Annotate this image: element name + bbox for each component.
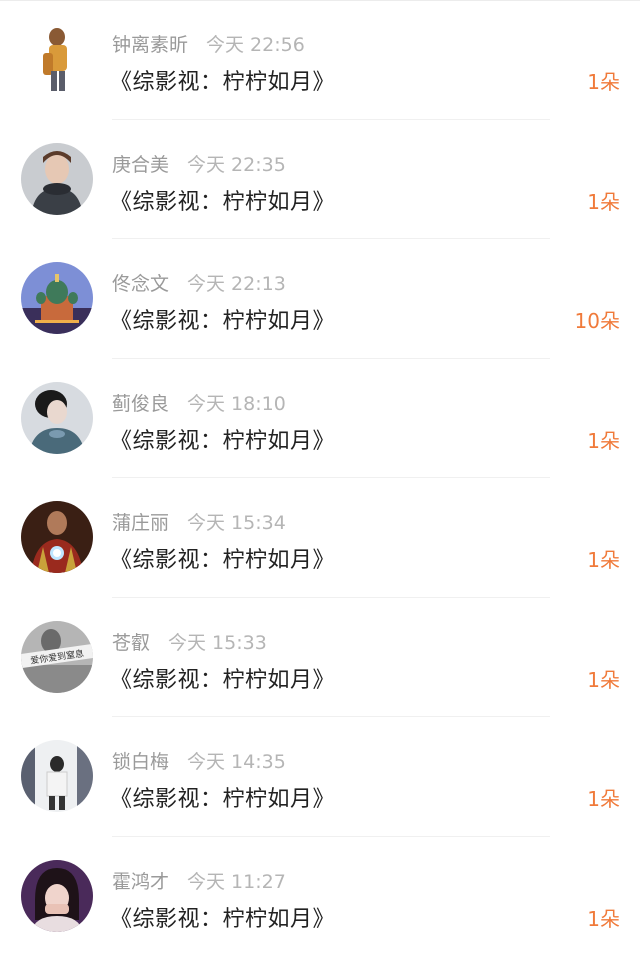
list-item[interactable]: 蓟俊良今天 18:10 《综影视：柠柠如月》 1朵 <box>0 359 640 479</box>
gift-sender: 锁白梅今天 14:35 <box>112 747 286 774</box>
gift-sender: 蓟俊良今天 18:10 <box>112 389 286 416</box>
flower-count: 1朵 <box>587 425 620 454</box>
timestamp: 今天 15:33 <box>168 632 267 654</box>
avatar[interactable] <box>21 262 93 334</box>
timestamp: 今天 18:10 <box>187 393 286 415</box>
book-title[interactable]: 《综影视：柠柠如月》 <box>110 781 335 813</box>
list-item[interactable]: 佟念文今天 22:13 《综影视：柠柠如月》 10朵 <box>0 239 640 359</box>
username[interactable]: 苍叡 <box>112 632 150 654</box>
book-title[interactable]: 《综影视：柠柠如月》 <box>110 423 335 455</box>
timestamp: 今天 11:27 <box>187 871 286 893</box>
gift-sender: 佟念文今天 22:13 <box>112 269 286 296</box>
list-item[interactable]: 锁白梅今天 14:35 《综影视：柠柠如月》 1朵 <box>0 717 640 837</box>
list-item[interactable]: 爱你爱到窒息 苍叡今天 15:33 《综影视：柠柠如月》 1朵 <box>0 598 640 718</box>
gift-sender: 蒲庄丽今天 15:34 <box>112 508 286 535</box>
flower-gift-list: 钟离素昕今天 22:56 《综影视：柠柠如月》 1朵 庚合美今天 22:35 《… <box>0 0 640 955</box>
gift-sender: 苍叡今天 15:33 <box>112 628 267 655</box>
flower-count: 1朵 <box>587 66 620 95</box>
gift-sender: 霍鸿才今天 11:27 <box>112 867 286 894</box>
book-title[interactable]: 《综影视：柠柠如月》 <box>110 184 335 216</box>
avatar[interactable] <box>21 501 93 573</box>
avatar[interactable] <box>21 860 93 932</box>
list-item[interactable]: 钟离素昕今天 22:56 《综影视：柠柠如月》 1朵 <box>0 0 640 120</box>
avatar[interactable] <box>21 23 93 95</box>
gift-sender: 钟离素昕今天 22:56 <box>112 30 305 57</box>
flower-count: 1朵 <box>587 544 620 573</box>
username[interactable]: 佟念文 <box>112 273 169 295</box>
book-title[interactable]: 《综影视：柠柠如月》 <box>110 662 335 694</box>
timestamp: 今天 22:35 <box>187 154 286 176</box>
timestamp: 今天 15:34 <box>187 512 286 534</box>
book-title[interactable]: 《综影视：柠柠如月》 <box>110 542 335 574</box>
username[interactable]: 锁白梅 <box>112 751 169 773</box>
avatar[interactable] <box>21 143 93 215</box>
flower-count: 1朵 <box>587 186 620 215</box>
gift-sender: 庚合美今天 22:35 <box>112 150 286 177</box>
flower-count: 1朵 <box>587 903 620 932</box>
flower-count: 1朵 <box>587 783 620 812</box>
username[interactable]: 庚合美 <box>112 154 169 176</box>
username[interactable]: 蓟俊良 <box>112 393 169 415</box>
book-title[interactable]: 《综影视：柠柠如月》 <box>110 303 335 335</box>
timestamp: 今天 22:13 <box>187 273 286 295</box>
book-title[interactable]: 《综影视：柠柠如月》 <box>110 901 335 933</box>
avatar[interactable]: 爱你爱到窒息 <box>21 621 93 693</box>
avatar[interactable] <box>21 382 93 454</box>
flower-count: 10朵 <box>575 305 620 334</box>
flower-count: 1朵 <box>587 664 620 693</box>
list-item[interactable]: 庚合美今天 22:35 《综影视：柠柠如月》 1朵 <box>0 120 640 240</box>
book-title[interactable]: 《综影视：柠柠如月》 <box>110 64 335 96</box>
list-item[interactable]: 霍鸿才今天 11:27 《综影视：柠柠如月》 1朵 <box>0 837 640 956</box>
timestamp: 今天 14:35 <box>187 751 286 773</box>
username[interactable]: 钟离素昕 <box>112 34 188 56</box>
username[interactable]: 蒲庄丽 <box>112 512 169 534</box>
username[interactable]: 霍鸿才 <box>112 871 169 893</box>
list-item[interactable]: 蒲庄丽今天 15:34 《综影视：柠柠如月》 1朵 <box>0 478 640 598</box>
timestamp: 今天 22:56 <box>206 34 305 56</box>
avatar[interactable] <box>21 740 93 812</box>
